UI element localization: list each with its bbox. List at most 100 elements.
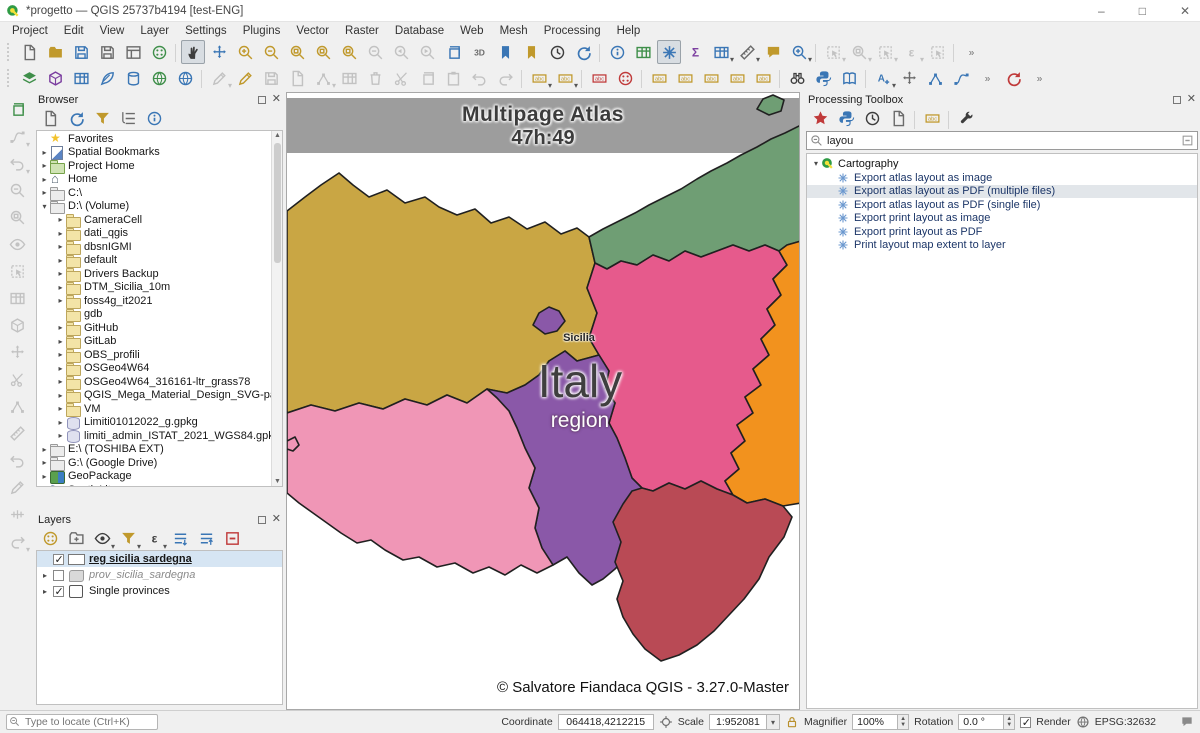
tree-item[interactable]: ▸ foss4g_it2021 bbox=[37, 294, 271, 308]
crs-label[interactable]: EPSG:32632 bbox=[1095, 716, 1156, 728]
layer-visibility-checkbox[interactable] bbox=[53, 586, 64, 597]
menu-item[interactable]: Help bbox=[609, 24, 649, 38]
redo[interactable] bbox=[493, 66, 517, 90]
layer-visibility-checkbox[interactable] bbox=[53, 554, 64, 565]
clear-search-icon[interactable] bbox=[1181, 134, 1194, 147]
collapse-all[interactable] bbox=[194, 527, 218, 551]
zoom-native[interactable] bbox=[363, 40, 387, 64]
map-tips[interactable] bbox=[761, 40, 785, 64]
lock-scale-icon[interactable] bbox=[785, 715, 799, 729]
render-checkbox[interactable] bbox=[1020, 717, 1031, 728]
expander-icon[interactable]: ▸ bbox=[55, 377, 66, 386]
expander-icon[interactable]: ▸ bbox=[55, 404, 66, 413]
pin-unpin-labels[interactable] bbox=[647, 66, 671, 90]
tree-item[interactable]: ▸ G:\ (Google Drive) bbox=[37, 456, 271, 470]
layer-item[interactable]: ▸ prov_sicilia_sardegna bbox=[37, 567, 282, 583]
tree-item[interactable]: ▸ GeoPackage bbox=[37, 470, 271, 484]
tree-item[interactable]: ▸ dbsnIGMI bbox=[37, 240, 271, 254]
paste-features[interactable] bbox=[441, 66, 465, 90]
close-panel-icon[interactable]: ✕ bbox=[1187, 94, 1196, 105]
trim-extend[interactable] bbox=[5, 422, 29, 446]
expander-icon[interactable]: ▸ bbox=[55, 418, 66, 427]
refresh-map[interactable] bbox=[571, 40, 595, 64]
maximize-button[interactable]: □ bbox=[1139, 4, 1146, 18]
circle-3points[interactable] bbox=[5, 206, 29, 230]
processing-options[interactable] bbox=[954, 107, 978, 131]
processing-history[interactable] bbox=[860, 107, 884, 131]
current-edits[interactable]: ▾ bbox=[207, 66, 231, 90]
tree-item[interactable]: ▸ VM bbox=[37, 402, 271, 416]
menu-item[interactable]: Layer bbox=[132, 24, 177, 38]
select-features[interactable]: ▾ bbox=[821, 40, 845, 64]
expander-icon[interactable]: ▸ bbox=[40, 587, 50, 596]
map-island[interactable] bbox=[757, 95, 784, 115]
expander-icon[interactable]: ▸ bbox=[55, 350, 66, 359]
scroll-down-icon[interactable]: ▼ bbox=[272, 478, 283, 485]
temporal-controller[interactable] bbox=[545, 40, 569, 64]
delete-selected[interactable] bbox=[363, 66, 387, 90]
tree-item[interactable]: SpatiaLite bbox=[37, 483, 271, 487]
expander-icon[interactable]: ▸ bbox=[55, 323, 66, 332]
advanced-digitizing[interactable] bbox=[5, 503, 29, 527]
rotate-label[interactable] bbox=[699, 66, 723, 90]
expander-icon[interactable]: ▸ bbox=[39, 148, 50, 157]
split-features[interactable] bbox=[5, 368, 29, 392]
search-features[interactable]: ▾ bbox=[787, 40, 811, 64]
scale-input[interactable] bbox=[709, 714, 767, 730]
cut-features[interactable] bbox=[389, 66, 413, 90]
field-calculator[interactable]: ▾ bbox=[709, 40, 733, 64]
add-postgis-layer[interactable] bbox=[121, 66, 145, 90]
processing-results-viewer[interactable] bbox=[886, 107, 910, 131]
zoom-to-selection[interactable] bbox=[311, 40, 335, 64]
circle-2points[interactable] bbox=[5, 179, 29, 203]
coordinate-input[interactable] bbox=[558, 714, 654, 730]
tree-item[interactable]: ▸ limiti_admin_ISTAT_2021_WGS84.gpkg bbox=[37, 429, 271, 443]
extents-icon[interactable] bbox=[659, 715, 673, 729]
menu-item[interactable]: Edit bbox=[56, 24, 92, 38]
tree-item[interactable]: ▸ default bbox=[37, 254, 271, 268]
new-project[interactable] bbox=[17, 40, 41, 64]
menu-item[interactable]: Settings bbox=[177, 24, 235, 38]
algorithm-item[interactable]: Export atlas layout as image bbox=[807, 171, 1197, 185]
add-group[interactable] bbox=[64, 527, 88, 551]
zoom-full[interactable] bbox=[285, 40, 309, 64]
scrollbar-thumb[interactable] bbox=[274, 143, 281, 263]
algorithm-item[interactable]: Export print layout as PDF bbox=[807, 225, 1197, 239]
undo[interactable] bbox=[467, 66, 491, 90]
rectangle-extent[interactable] bbox=[5, 260, 29, 284]
toggle-editing[interactable] bbox=[233, 66, 257, 90]
layer-item[interactable]: reg sicilia sardegna bbox=[37, 551, 282, 567]
expander-icon[interactable]: ▸ bbox=[39, 161, 50, 170]
rotation-input[interactable] bbox=[958, 714, 1004, 730]
menu-item[interactable]: View bbox=[92, 24, 133, 38]
identify-features[interactable] bbox=[605, 40, 629, 64]
expander-icon[interactable]: ▸ bbox=[39, 458, 50, 467]
expander-icon[interactable]: ▸ bbox=[55, 256, 66, 265]
add-feature[interactable] bbox=[285, 66, 309, 90]
add-polygon-feature[interactable] bbox=[923, 66, 947, 90]
osm-tools[interactable] bbox=[1001, 66, 1025, 90]
toolbar-grip[interactable] bbox=[7, 43, 13, 61]
add-vector-layer[interactable] bbox=[17, 66, 41, 90]
show-spatial-bookmarks[interactable] bbox=[519, 40, 543, 64]
expander-icon[interactable]: ▾ bbox=[39, 202, 50, 211]
expander-icon[interactable]: ▸ bbox=[39, 188, 50, 197]
ellipse-center[interactable] bbox=[5, 233, 29, 257]
map-canvas[interactable]: Multipage Atlas 47h:49 Sicilia Italy reg… bbox=[286, 92, 800, 710]
browser-refresh[interactable] bbox=[64, 107, 88, 131]
change-label-properties[interactable] bbox=[725, 66, 749, 90]
expand-all[interactable] bbox=[168, 527, 192, 551]
layout-manager[interactable] bbox=[121, 40, 145, 64]
scale-dropdown-icon[interactable]: ▾ bbox=[767, 714, 780, 730]
tree-item[interactable]: ▸ OBS_profili bbox=[37, 348, 271, 362]
new-spatial-bookmark[interactable] bbox=[493, 40, 517, 64]
close-panel-icon[interactable]: ✕ bbox=[272, 514, 281, 525]
tree-item[interactable]: ▸ Home bbox=[37, 173, 271, 187]
menu-item[interactable]: Mesh bbox=[492, 24, 536, 38]
add-wms-layer[interactable] bbox=[147, 66, 171, 90]
tree-item[interactable]: ▸ OSGeo4W64_316161-ltr_grass78 bbox=[37, 375, 271, 389]
layer-diagram-options[interactable] bbox=[613, 66, 637, 90]
tree-item[interactable]: ▸ Spatial Bookmarks bbox=[37, 146, 271, 160]
rotation-spinner[interactable]: ▲▼ bbox=[1004, 714, 1015, 730]
expander-icon[interactable]: ▸ bbox=[55, 229, 66, 238]
